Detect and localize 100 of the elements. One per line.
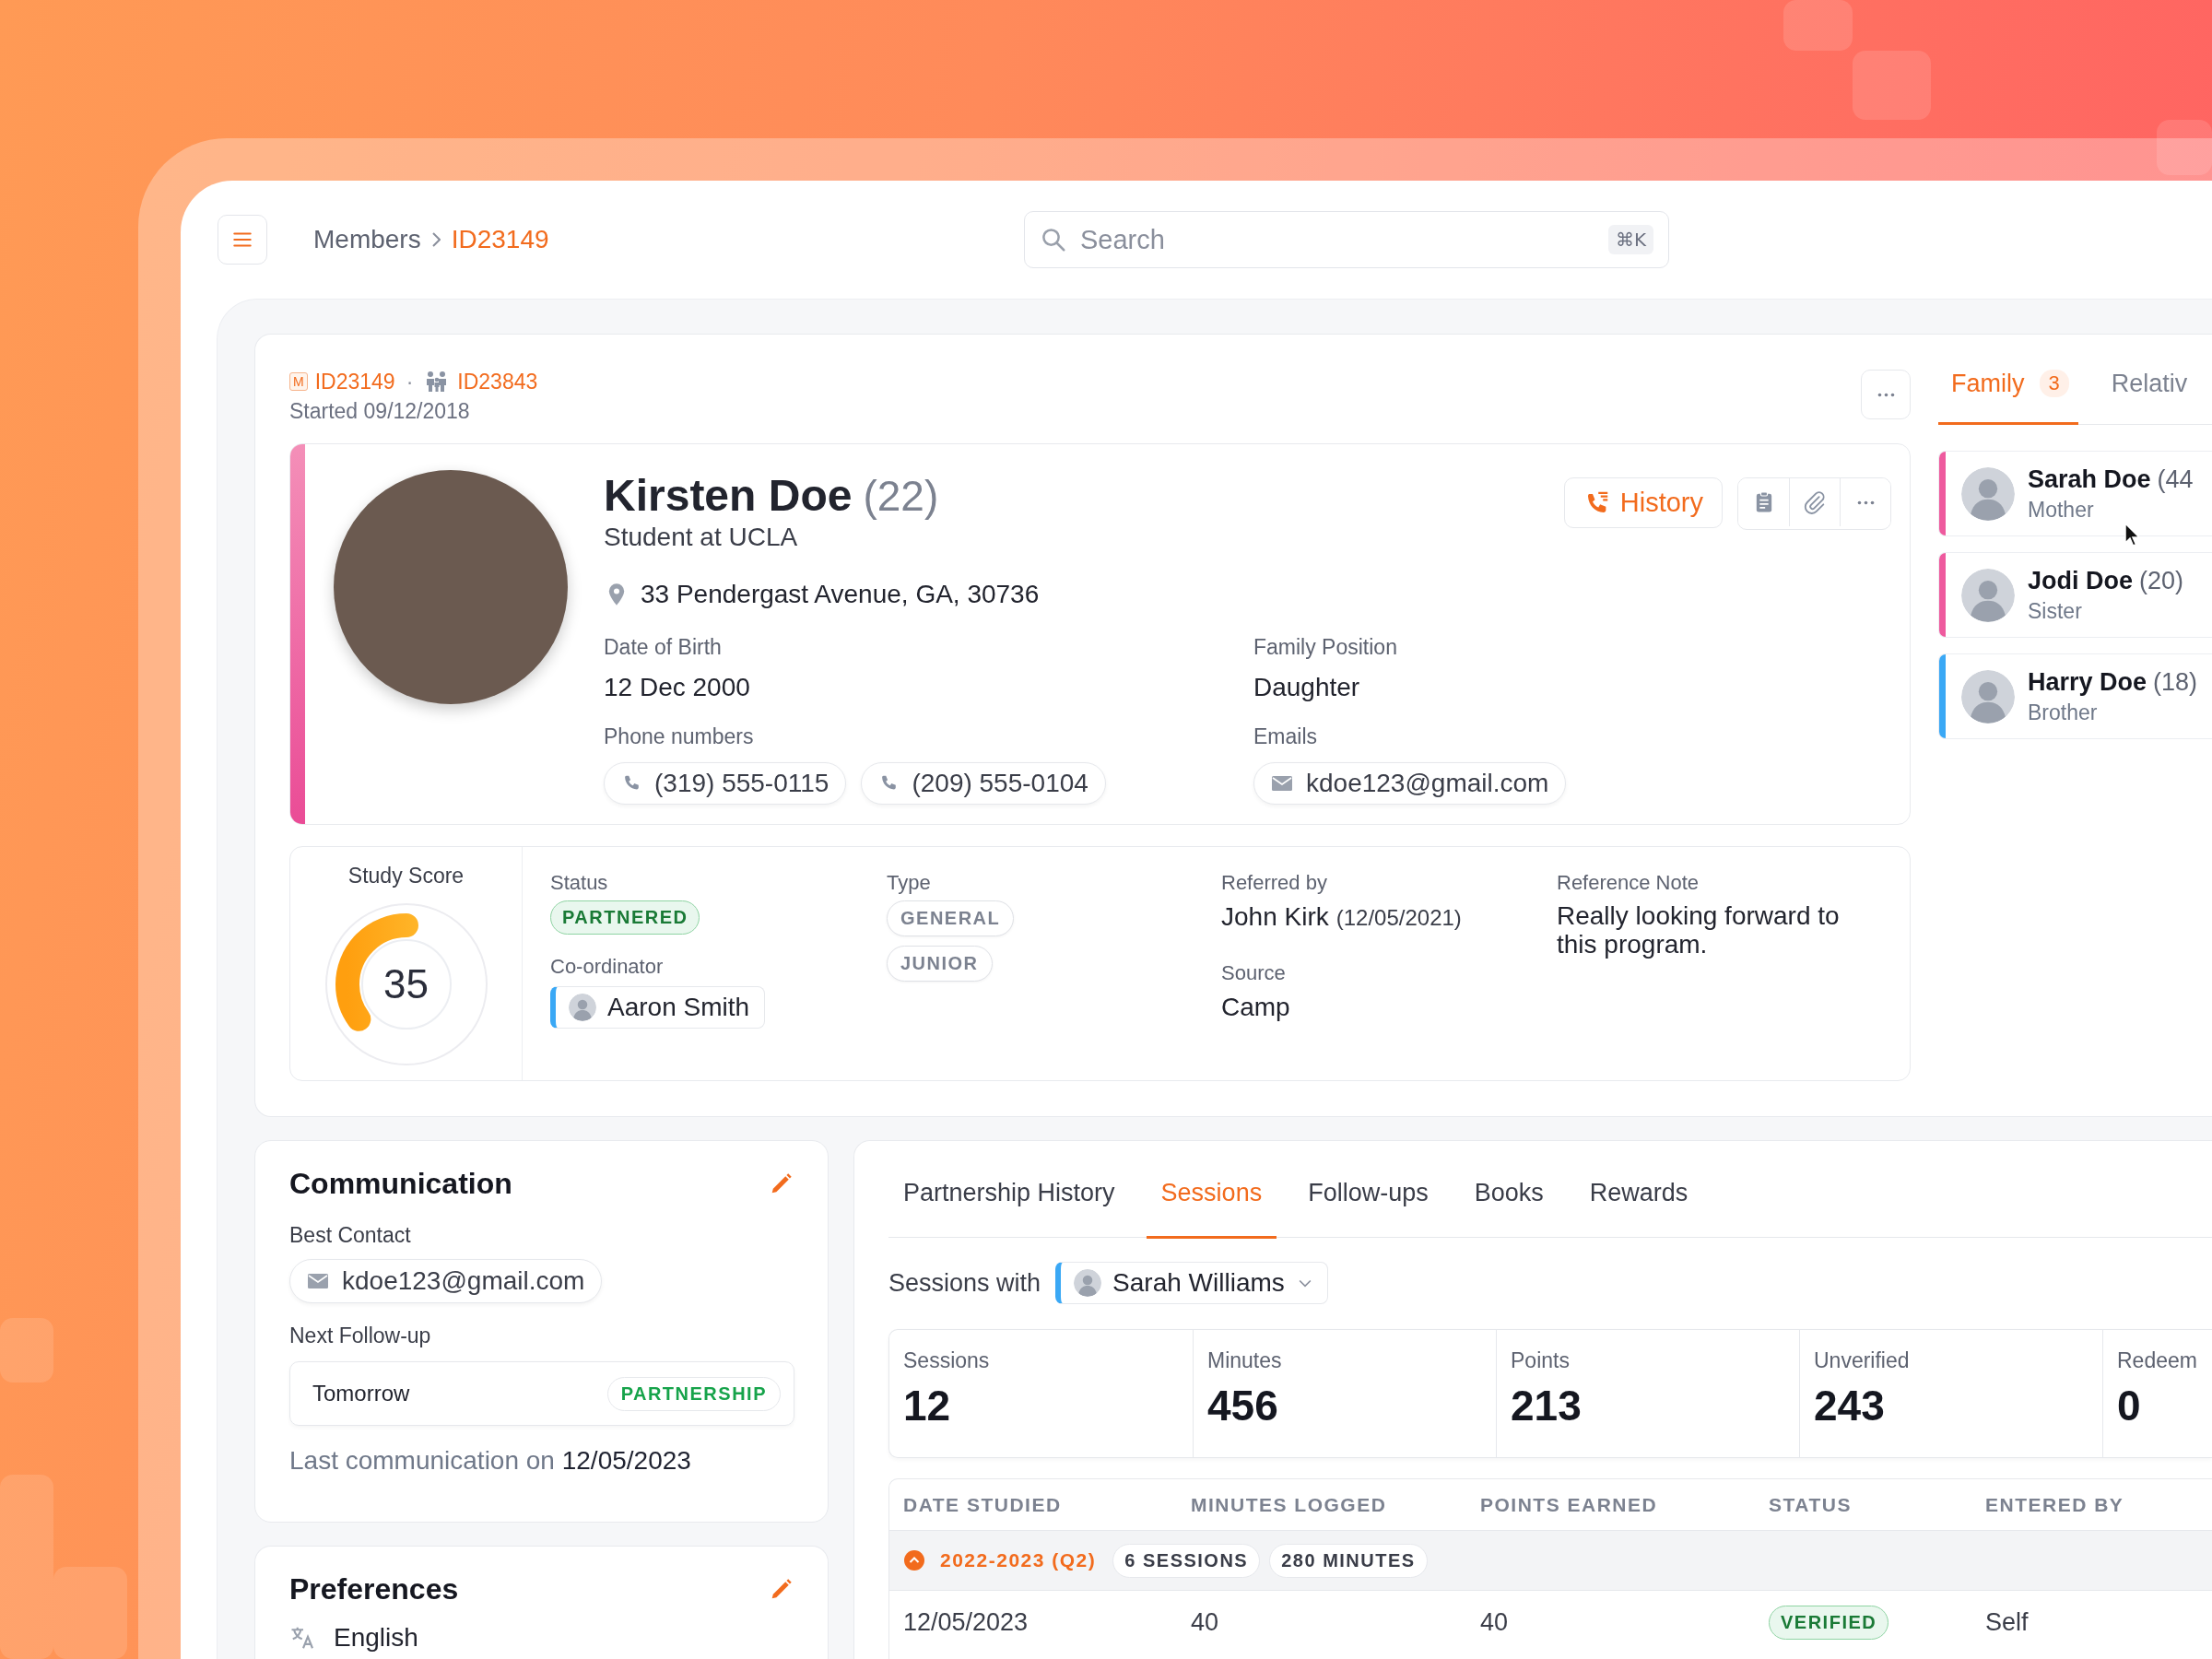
field-label: Family Position <box>1253 635 1398 660</box>
section-tab[interactable]: Rewards <box>1574 1178 1703 1239</box>
table-cell-text: 40 <box>1480 1607 1510 1637</box>
group-row[interactable]: 2022-2023 (Q2) 6 SESSIONS 280 MINUTES <box>889 1530 2212 1591</box>
family-member-card[interactable]: Jodi Doe (20) Sister <box>1938 552 2212 638</box>
member-name: Harry Doe <box>2028 667 2147 697</box>
email-chip[interactable]: kdoe123@gmail.com <box>289 1259 603 1303</box>
phone-chip[interactable]: (319) 555-0115 <box>604 762 847 805</box>
search-icon <box>1040 226 1067 253</box>
section-tab[interactable]: Books <box>1459 1178 1559 1239</box>
stat-value: 0 <box>2117 1381 2142 1430</box>
score-value: 35 <box>383 961 429 1007</box>
reference-note: Really looking forward to this program. <box>1557 902 1841 959</box>
field-label: Best Contact <box>289 1223 411 1248</box>
field-label: Next Follow-up <box>289 1324 431 1348</box>
status-badge: PARTNERED <box>550 900 700 935</box>
referrer-name: John Kirk <box>1221 902 1329 932</box>
field-label: Type <box>887 871 931 895</box>
column-header: MINUTES LOGGED <box>1191 1493 1388 1516</box>
stat-label: Minutes <box>1207 1348 1283 1373</box>
family-tab[interactable]: Relativ <box>2098 370 2197 425</box>
mail-icon <box>1271 774 1293 793</box>
preference-value: English <box>334 1623 418 1653</box>
field-label: Co-ordinator <box>550 955 664 979</box>
field-label: Status <box>550 871 608 895</box>
chevron-right-icon <box>431 232 441 247</box>
coordinator-chip[interactable]: Aaron Smith <box>550 986 766 1029</box>
column-header: ENTERED BY <box>1985 1493 2125 1516</box>
separator-dot: · <box>406 369 414 394</box>
member-relation: Mother <box>2028 497 2095 523</box>
avatar-placeholder <box>1961 568 2015 622</box>
column-header: POINTS EARNED <box>1480 1493 1659 1516</box>
field-value: Camp <box>1221 993 1290 1022</box>
follow-up-date: Tomorrow <box>312 1381 410 1406</box>
stat-value: 12 <box>903 1381 952 1430</box>
phone-chip[interactable]: (209) 555-0104 <box>861 762 1106 805</box>
member-name: Sarah Doe <box>2028 465 2151 494</box>
group-count: 280 MINUTES <box>1269 1543 1428 1578</box>
member-relation: Sister <box>2028 598 2083 624</box>
field-label: Date of Birth <box>604 635 723 660</box>
table-cell-text: 12/05/2023 <box>903 1607 1030 1637</box>
avatar-placeholder <box>1074 1269 1102 1297</box>
breadcrumb-link[interactable]: Members <box>313 225 421 254</box>
table-cell-text: 40 <box>1191 1607 1220 1637</box>
member-badge: M <box>289 372 308 391</box>
follow-up-field[interactable]: Tomorrow PARTNERSHIP <box>289 1361 794 1426</box>
member-name: Kirsten Doe <box>604 470 853 521</box>
shortcut-hint: ⌘K <box>1607 225 1653 254</box>
stat-value: 456 <box>1207 1381 1279 1430</box>
address: 33 Pendergast Avenue, GA, 30736 <box>641 580 1040 609</box>
column-header: DATE STUDIED <box>903 1493 1063 1516</box>
member-subtitle: Student at UCLA <box>604 523 799 552</box>
member-relation: Brother <box>2028 700 2099 725</box>
field-label: Referred by <box>1221 871 1327 895</box>
card-title: Communication <box>289 1167 512 1201</box>
stat-label: Redeem <box>2117 1348 2198 1373</box>
family-member-card[interactable]: Harry Doe (18) Brother <box>1938 653 2212 739</box>
filter-label: Sessions with <box>888 1268 1041 1298</box>
section-tab[interactable]: Partnership History <box>888 1178 1130 1239</box>
field-value: Daughter <box>1253 673 1361 702</box>
card-title: Preferences <box>289 1572 459 1606</box>
member-age: (20) <box>2139 566 2184 595</box>
stat-value: 213 <box>1511 1381 1583 1430</box>
menu-button[interactable] <box>218 215 267 265</box>
count-badge: 3 <box>2039 370 2069 397</box>
stat-label: Unverified <box>1814 1348 1911 1373</box>
mail-icon <box>307 1272 329 1290</box>
type-tag: JUNIOR <box>887 946 993 982</box>
search-input[interactable]: Search <box>1078 223 1597 256</box>
start-date: Started 09/12/2018 <box>289 399 471 424</box>
stat-label: Points <box>1511 1348 1571 1373</box>
email-chip[interactable]: kdoe123@gmail.com <box>1253 762 1567 805</box>
avatar-placeholder <box>569 994 596 1021</box>
collapse-toggle-icon[interactable] <box>903 1549 925 1571</box>
referral-date: (12/05/2021) <box>1335 905 1462 931</box>
member-age: (44 <box>2157 465 2194 494</box>
more-icon <box>1877 392 1895 397</box>
table-cell-text: Self <box>1985 1607 2030 1637</box>
field-value: 12 Dec 2000 <box>604 673 751 702</box>
partner-dropdown[interactable]: Sarah Williams <box>1055 1262 1328 1304</box>
score-label: Study Score <box>347 864 465 888</box>
section-tab[interactable]: Follow-ups <box>1293 1178 1443 1239</box>
member-age: (22) <box>863 471 939 521</box>
field-label: Source <box>1221 961 1286 985</box>
avatar-placeholder <box>1961 669 2015 724</box>
last-communication: Last communication on 12/05/2023 <box>289 1446 691 1476</box>
search-field[interactable]: Search ⌘K <box>1024 211 1669 268</box>
column-header: STATUS <box>1769 1493 1853 1516</box>
field-label: Reference Note <box>1557 871 1700 895</box>
group-count: 6 SESSIONS <box>1112 1543 1261 1578</box>
stat-value: 243 <box>1814 1381 1886 1430</box>
stat-label: Sessions <box>903 1348 991 1373</box>
field-label: Emails <box>1253 724 1318 749</box>
member-name: Jodi Doe <box>2028 566 2133 595</box>
field-label: Phone numbers <box>604 724 755 749</box>
type-tag: GENERAL <box>887 900 1015 936</box>
member-age: (18) <box>2153 667 2198 697</box>
avatar-placeholder <box>1961 466 2015 521</box>
more-icon <box>1856 500 1875 505</box>
group-label: 2022-2023 (Q2) <box>940 1549 1097 1571</box>
